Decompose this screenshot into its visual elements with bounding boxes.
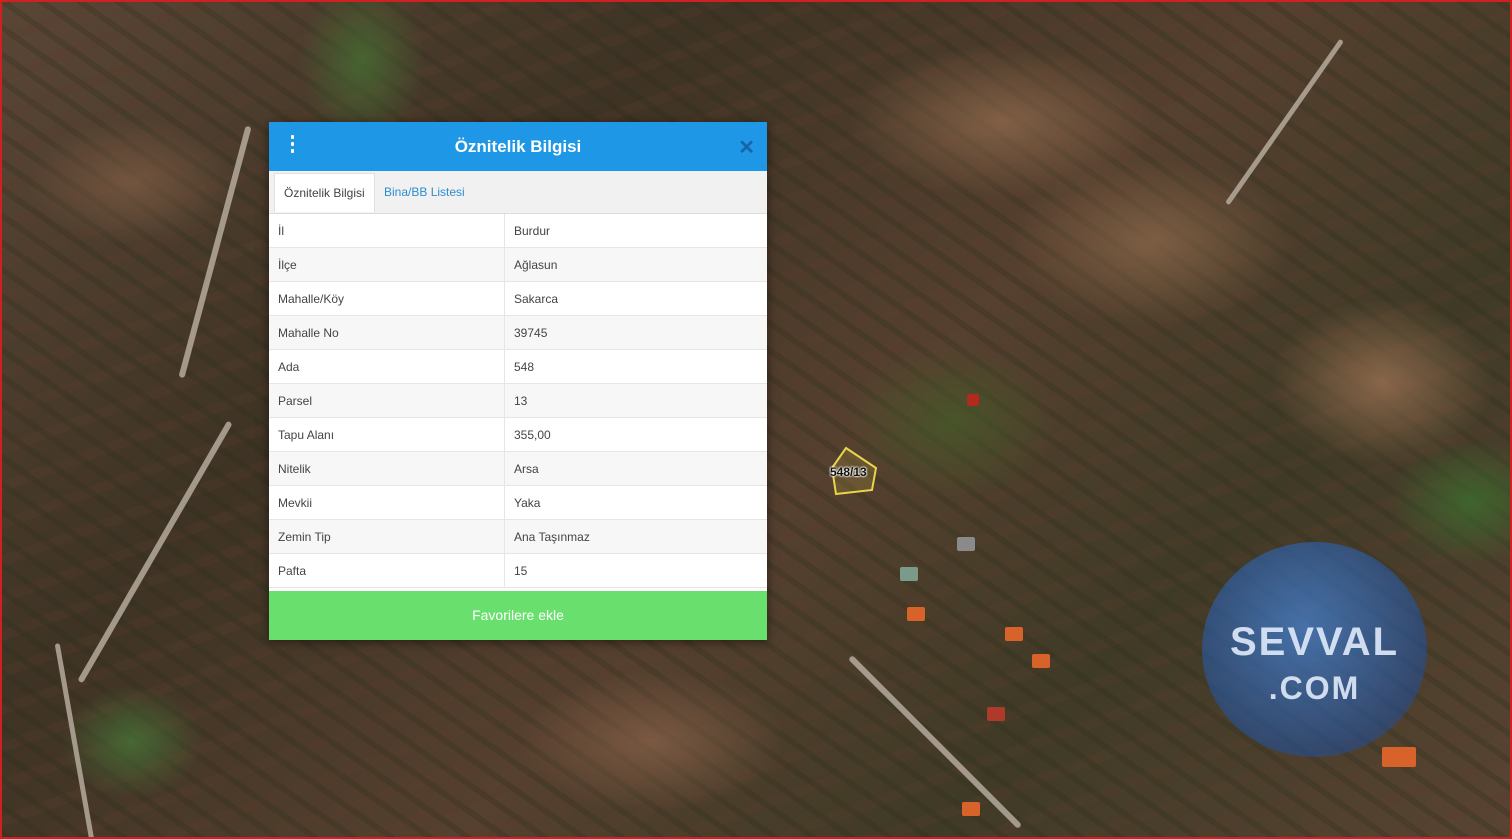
dialog-header: Öznitelik Bilgisi ✕ bbox=[269, 122, 767, 171]
close-icon[interactable]: ✕ bbox=[738, 135, 755, 160]
map-building bbox=[907, 607, 925, 621]
attribute-value: Arsa bbox=[504, 451, 767, 486]
attribute-value: Burdur bbox=[504, 214, 767, 248]
table-row: Zemin Tip Ana Taşınmaz bbox=[269, 519, 767, 554]
map-road bbox=[848, 655, 1022, 829]
watermark-domain: .COM bbox=[1268, 670, 1361, 706]
attribute-key: Mahalle/Köy bbox=[269, 281, 505, 316]
attribute-value: Ağlasun bbox=[504, 247, 767, 282]
attribute-value: 355,00 bbox=[504, 417, 767, 452]
tab-building-list[interactable]: Bina/BB Listesi bbox=[375, 173, 474, 211]
table-row: Mahalle No 39745 bbox=[269, 315, 767, 350]
attribute-key: Ada bbox=[269, 349, 505, 384]
table-row: Mahalle/Köy Sakarca bbox=[269, 281, 767, 316]
table-row: Ada 548 bbox=[269, 349, 767, 384]
map-building bbox=[1382, 747, 1416, 767]
attribute-key: İlçe bbox=[269, 247, 505, 282]
table-row: Tapu Alanı 355,00 bbox=[269, 417, 767, 452]
attribute-key: Nitelik bbox=[269, 451, 505, 486]
dialog-tabs: Öznitelik Bilgisi Bina/BB Listesi bbox=[269, 171, 767, 214]
watermark-text: SEVVAL bbox=[1229, 620, 1400, 664]
attribute-key: Tapu Alanı bbox=[269, 417, 505, 452]
add-to-favorites-button[interactable]: Favorilere ekle bbox=[269, 591, 767, 640]
map-road bbox=[178, 125, 252, 379]
attribute-value: 15 bbox=[504, 553, 767, 588]
parcel-label: 548/13 bbox=[830, 465, 867, 479]
attribute-value: 548 bbox=[504, 349, 767, 384]
map-building bbox=[957, 537, 975, 551]
attribute-key: Pafta bbox=[269, 553, 505, 588]
map-building bbox=[967, 394, 979, 406]
attribute-key: İl bbox=[269, 214, 505, 248]
table-row: İlçe Ağlasun bbox=[269, 247, 767, 282]
map-road bbox=[77, 420, 233, 684]
table-row: Mevkii Yaka bbox=[269, 485, 767, 520]
attribute-value: 39745 bbox=[504, 315, 767, 350]
attribute-table: İl Burdur İlçe Ağlasun Mahalle/Köy Sakarca … bbox=[269, 214, 767, 588]
map-road bbox=[1225, 38, 1344, 206]
watermark-logo: SEVVAL .COM bbox=[1202, 542, 1427, 757]
attribute-key: Parsel bbox=[269, 383, 505, 418]
dialog-title: Öznitelik Bilgisi bbox=[454, 137, 582, 156]
table-row: İl Burdur bbox=[269, 214, 767, 248]
attribute-value: Ana Taşınmaz bbox=[504, 519, 767, 554]
attribute-value: 13 bbox=[504, 383, 767, 418]
map-building bbox=[1032, 654, 1050, 668]
table-row: Pafta 15 bbox=[269, 553, 767, 588]
attribute-key: Mevkii bbox=[269, 485, 505, 520]
attribute-value: Yaka bbox=[504, 485, 767, 520]
attribute-value: Sakarca bbox=[504, 281, 767, 316]
attribute-info-dialog: Öznitelik Bilgisi ✕ Öznitelik Bilgisi Bi… bbox=[269, 122, 767, 640]
map-building bbox=[900, 567, 918, 581]
attribute-key: Zemin Tip bbox=[269, 519, 505, 554]
table-row: Nitelik Arsa bbox=[269, 451, 767, 486]
table-row: Parsel 13 bbox=[269, 383, 767, 418]
map-building bbox=[987, 707, 1005, 721]
map-building bbox=[962, 802, 980, 816]
attribute-key: Mahalle No bbox=[269, 315, 505, 350]
tab-attribute-info[interactable]: Öznitelik Bilgisi bbox=[274, 173, 375, 212]
map-building bbox=[1005, 627, 1023, 641]
